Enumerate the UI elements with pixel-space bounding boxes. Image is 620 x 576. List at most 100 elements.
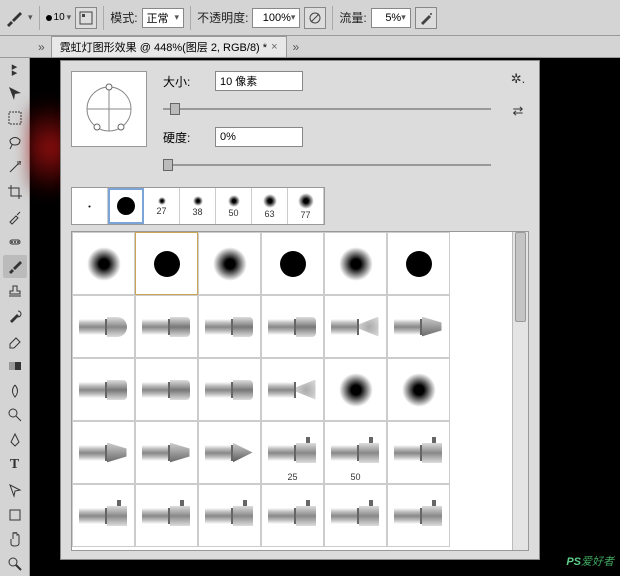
brush-preset-1[interactable] [108, 188, 144, 224]
divider [103, 6, 104, 30]
hand-tool[interactable] [3, 527, 27, 551]
shape-tool[interactable] [3, 503, 27, 527]
swap-icon[interactable]: ⇄ [513, 103, 524, 119]
brush-cell-chisel[interactable] [135, 421, 198, 484]
brush-size-input[interactable]: 10 像素 [215, 71, 303, 91]
path-select-tool[interactable] [3, 478, 27, 502]
divider [39, 6, 40, 30]
brush-preset-50[interactable]: 50 [216, 188, 252, 224]
collapse-tools-button[interactable]: ▸▸ [3, 60, 27, 80]
brush-hardness-slider[interactable] [163, 157, 491, 173]
eraser-tool[interactable] [3, 329, 27, 353]
brush-panel-toggle-button[interactable] [75, 7, 97, 29]
brush-cell-pencil[interactable] [198, 421, 261, 484]
opacity-label: 不透明度: [197, 9, 248, 26]
eyedropper-tool[interactable] [3, 205, 27, 229]
close-icon[interactable]: × [271, 41, 277, 53]
history-brush-tool[interactable] [3, 304, 27, 328]
chevron-down-icon: ▾ [175, 12, 180, 23]
brush-cell-round[interactable] [72, 295, 135, 358]
brush-cell-flat[interactable] [135, 358, 198, 421]
blend-mode-dropdown[interactable]: 正常 ▾ [142, 8, 185, 28]
brush-cell-soft[interactable] [324, 232, 387, 295]
brush-cell-chisel[interactable] [72, 421, 135, 484]
tab-title: 霓虹灯图形效果 @ 448%(图层 2, RGB/8) * [60, 39, 267, 55]
brush-quick-presets: 2738506377 [71, 187, 325, 225]
brush-size-slider[interactable] [163, 101, 491, 117]
brush-cell-flat[interactable] [72, 358, 135, 421]
brush-cell-hard[interactable] [261, 232, 324, 295]
divider [190, 6, 191, 30]
brush-cell-air[interactable] [387, 484, 450, 547]
brush-preset-38[interactable]: 38 [180, 188, 216, 224]
move-tool[interactable] [3, 81, 27, 105]
chevron-down-icon: ▾ [291, 12, 296, 23]
expand-tabs-icon[interactable]: » [38, 40, 45, 54]
brush-cell-chisel[interactable] [387, 295, 450, 358]
dodge-tool[interactable] [3, 403, 27, 427]
pen-tool[interactable] [3, 428, 27, 452]
brush-preset-27[interactable]: 27 [144, 188, 180, 224]
brush-preset-chip[interactable]: 10 ▾ [46, 12, 72, 23]
brush-cell-air[interactable] [387, 421, 450, 484]
brush-cell-fan[interactable] [261, 358, 324, 421]
brush-preset-0[interactable] [72, 188, 108, 224]
document-tabs-bar: » 霓虹灯图形效果 @ 448%(图层 2, RGB/8) * × » [0, 36, 620, 58]
stamp-tool[interactable] [3, 279, 27, 303]
brush-preview [71, 71, 147, 147]
blur-tool[interactable] [3, 379, 27, 403]
brush-cell-air[interactable] [72, 484, 135, 547]
brush-preset-63[interactable]: 63 [252, 188, 288, 224]
chevron-down-icon[interactable]: ▾ [28, 12, 33, 23]
brush-cell-hard[interactable] [135, 232, 198, 295]
crop-tool[interactable] [3, 180, 27, 204]
brush-cell-air[interactable] [135, 484, 198, 547]
airbrush-button[interactable] [415, 7, 437, 29]
flow-label: 流量: [339, 9, 366, 26]
brush-tool-icon[interactable] [4, 8, 24, 28]
brush-cell-air[interactable] [261, 484, 324, 547]
brush-cell-air[interactable] [198, 484, 261, 547]
brush-cell-flat[interactable] [198, 295, 261, 358]
marquee-tool[interactable] [3, 106, 27, 130]
brush-cell-flat[interactable] [135, 295, 198, 358]
brush-cell-air[interactable]: 50 [324, 421, 387, 484]
document-tab[interactable]: 霓虹灯图形效果 @ 448%(图层 2, RGB/8) * × [51, 36, 287, 57]
brush-grid: 2550 [72, 232, 512, 550]
brush-tool[interactable] [3, 255, 27, 279]
brush-cell-hard[interactable] [387, 232, 450, 295]
opacity-input[interactable]: 100% ▾ [252, 8, 300, 28]
chevron-down-icon: ▾ [401, 12, 406, 23]
chevron-down-icon: ▾ [67, 12, 72, 23]
brush-cell-air[interactable] [324, 484, 387, 547]
brush-cell-flat[interactable] [198, 358, 261, 421]
gradient-tool[interactable] [3, 354, 27, 378]
brush-hardness-input[interactable]: 0% [215, 127, 303, 147]
opacity-pressure-button[interactable] [304, 7, 326, 29]
brush-cell-soft[interactable] [198, 232, 261, 295]
options-bar: ▾ 10 ▾ 模式: 正常 ▾ 不透明度: 100% ▾ 流量: 5% ▾ [0, 0, 620, 36]
scrollbar[interactable] [512, 232, 528, 550]
brush-size-number: 10 [54, 12, 65, 23]
scroll-thumb[interactable] [515, 232, 526, 322]
brush-cell-soft[interactable] [387, 358, 450, 421]
brush-cell-fan[interactable] [324, 295, 387, 358]
magic-wand-tool[interactable] [3, 155, 27, 179]
gear-icon[interactable]: ✲. [511, 71, 526, 87]
brush-cell-soft[interactable] [324, 358, 387, 421]
brush-cell-flat[interactable] [261, 295, 324, 358]
zoom-tool[interactable] [3, 552, 27, 576]
hardness-label: 硬度: [163, 129, 207, 146]
divider [332, 6, 333, 30]
brush-cell-air[interactable]: 25 [261, 421, 324, 484]
healing-tool[interactable] [3, 230, 27, 254]
brush-preset-77[interactable]: 77 [288, 188, 324, 224]
blend-mode-value: 正常 [147, 10, 169, 26]
type-tool[interactable]: T [3, 453, 27, 477]
mode-label: 模式: [110, 9, 137, 26]
lasso-tool[interactable] [3, 130, 27, 154]
flow-input[interactable]: 5% ▾ [371, 8, 411, 28]
more-tabs-icon[interactable]: » [293, 40, 300, 54]
brush-cell-soft[interactable] [72, 232, 135, 295]
watermark: PS爱好者 [566, 552, 614, 570]
